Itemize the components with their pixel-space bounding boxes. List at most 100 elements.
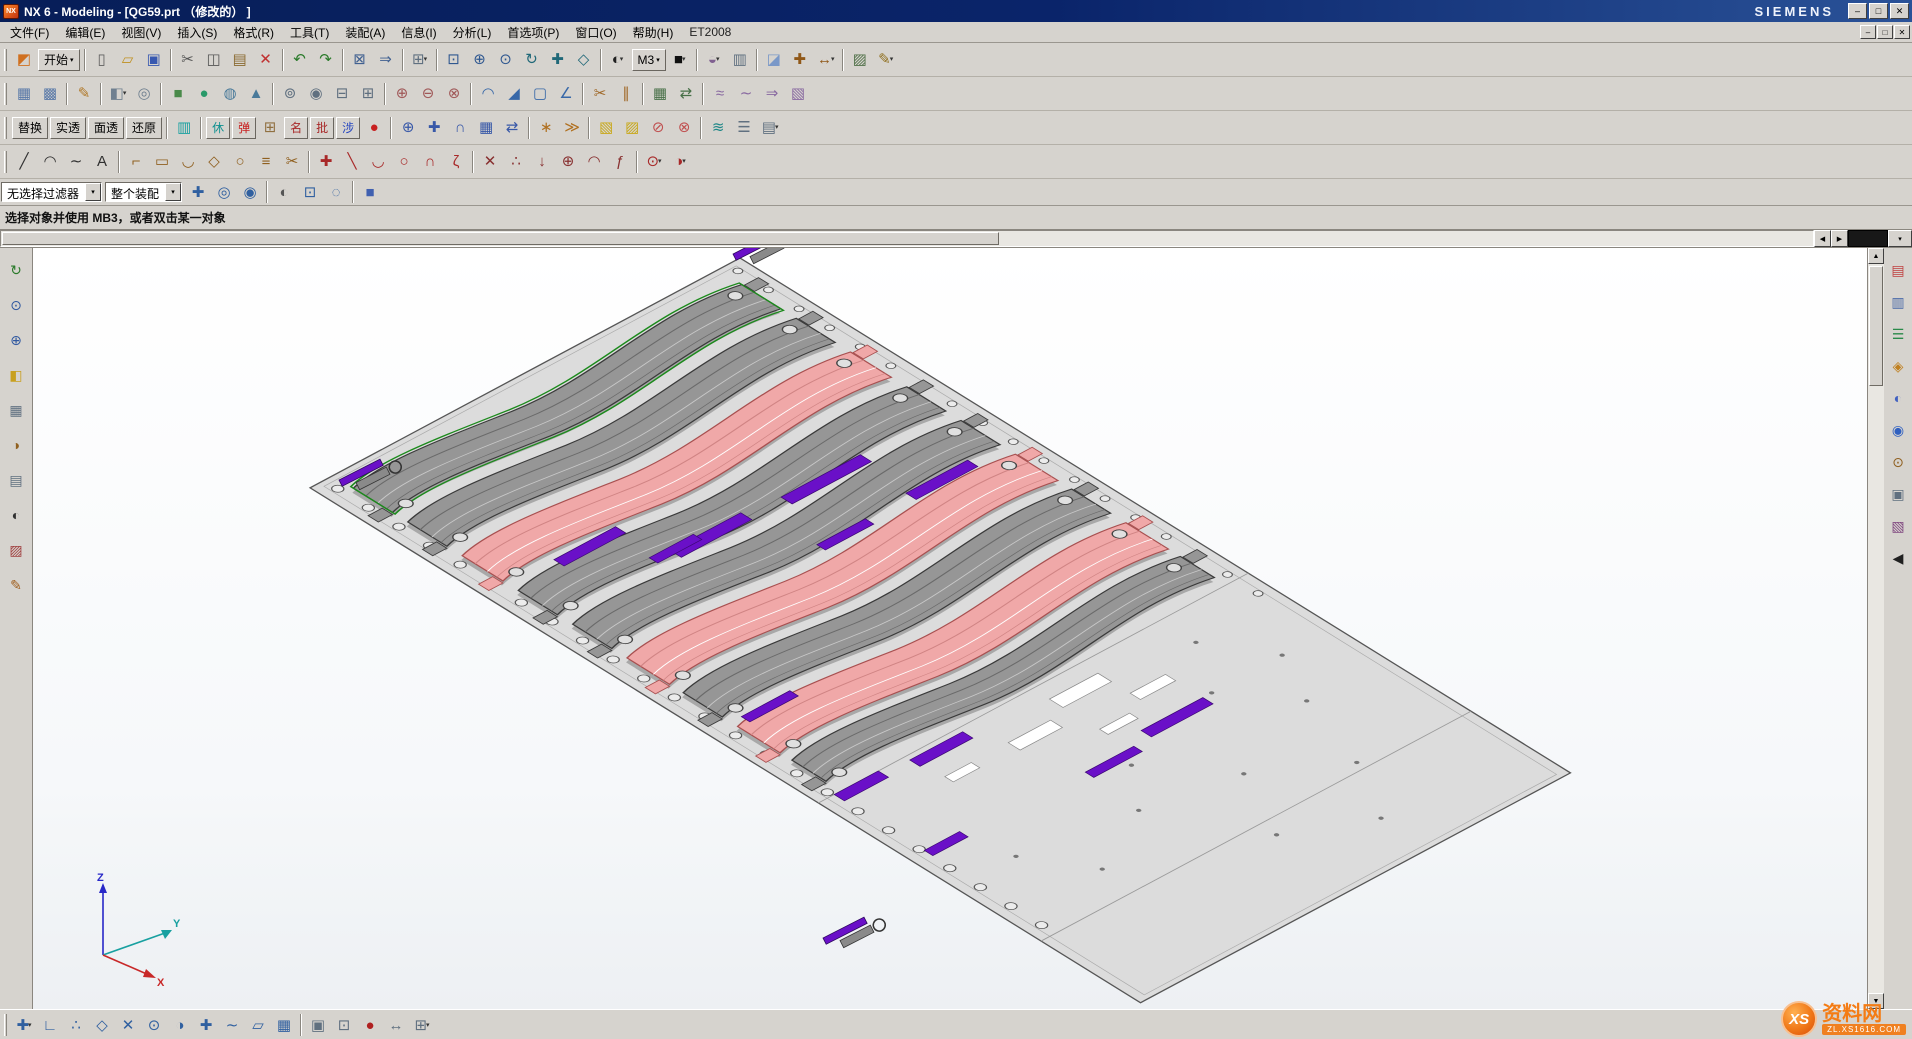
circle-method-icon-dropdown-arrow[interactable]: ▾ (658, 158, 662, 165)
vertical-scroll-thumb[interactable] (1869, 266, 1883, 386)
block-icon[interactable]: ■ (165, 81, 191, 107)
mdi-close-button[interactable]: ✕ (1894, 25, 1910, 39)
mid-point-icon[interactable]: ∴ (63, 1012, 89, 1038)
intersect-icon[interactable]: ⊗ (441, 81, 467, 107)
annotation-icon[interactable]: ✎▾ (873, 47, 899, 73)
menu-tools[interactable]: 工具(T) (282, 22, 337, 43)
zoom-in-out-icon[interactable]: ⊕ (467, 47, 493, 73)
menu-edit[interactable]: 编辑(E) (57, 22, 113, 43)
polygon-icon[interactable]: ◇ (201, 149, 227, 175)
measure-distance-icon[interactable]: ↔▾ (813, 47, 839, 73)
selection-filter-arrow-icon[interactable]: ▾ (85, 183, 101, 201)
clock-icon[interactable]: ◑ (4, 433, 28, 457)
combine-curve-icon[interactable]: ⊕ (555, 149, 581, 175)
ming-button[interactable]: 名 (284, 117, 308, 139)
save-icon[interactable]: ▣ (141, 47, 167, 73)
clamp-part[interactable] (823, 910, 887, 956)
face-paint-icon[interactable]: ▧ (593, 115, 619, 141)
maximize-button[interactable]: □ (1869, 3, 1888, 19)
bridge-curve-icon[interactable]: ◠ (581, 149, 607, 175)
through-curves-icon[interactable]: ∼ (733, 81, 759, 107)
selection-scope-dropdown[interactable]: 整个装配 ▾ (105, 182, 182, 202)
hd3d-tools-icon[interactable]: ◐ (1886, 386, 1910, 410)
pi-button[interactable]: 批 (310, 117, 334, 139)
thicken-icon[interactable]: ▧ (785, 81, 811, 107)
assembly-sequence-icon[interactable]: ≫ (559, 115, 585, 141)
arc-method-icon[interactable]: ◑▾ (667, 149, 693, 175)
existing-point-icon[interactable]: ✚ (193, 1012, 219, 1038)
mdi-minimize-button[interactable]: – (1860, 25, 1876, 39)
unite-icon[interactable]: ⊕ (389, 81, 415, 107)
grid-snap-icon[interactable]: ⊞ (257, 115, 283, 141)
shaded-style-icon-dropdown-arrow[interactable]: ▾ (620, 56, 624, 63)
attributes-icon[interactable]: ☰ (731, 115, 757, 141)
datum-plane-icon[interactable]: ◪ (761, 47, 787, 73)
ellipse-icon[interactable]: ○ (227, 149, 253, 175)
replace-button[interactable]: 替换 (12, 117, 48, 139)
mirror-assembly-icon[interactable]: ⇄ (499, 115, 525, 141)
sphere-icon[interactable]: ● (191, 81, 217, 107)
die-plate-group[interactable] (310, 258, 1570, 1003)
selection-filter-dropdown[interactable]: 无选择过滤器 ▾ (1, 182, 102, 202)
background-color-icon-dropdown-arrow[interactable]: ▾ (682, 56, 686, 63)
reuse-library-icon[interactable]: ◈ (1886, 354, 1910, 378)
refresh-view-icon[interactable]: ↻ (4, 258, 28, 282)
menu-analysis[interactable]: 分析(L) (445, 22, 500, 43)
menu-assemblies[interactable]: 装配(A) (337, 22, 393, 43)
box-select-icon[interactable]: ⊡ (297, 179, 323, 205)
she-button[interactable]: 涉 (336, 117, 360, 139)
edge-blend-icon[interactable]: ◠ (475, 81, 501, 107)
reports-icon[interactable]: ▤▾ (757, 115, 783, 141)
graphics-window[interactable]: Z Y X (33, 248, 1867, 1009)
scroll-up-button[interactable]: ▲ (1868, 248, 1884, 264)
rectangle-icon[interactable]: ▭ (149, 149, 175, 175)
reports-icon-dropdown-arrow[interactable]: ▾ (775, 124, 779, 131)
point-icon[interactable]: ✚ (313, 149, 339, 175)
extrude-icon[interactable]: ◧▾ (105, 81, 131, 107)
undo-icon[interactable]: ↶ (287, 47, 313, 73)
sketch-icon[interactable]: ✎ (71, 81, 97, 107)
paste-icon[interactable]: ▤ (227, 47, 253, 73)
scroll-right-button[interactable]: ▶ (1831, 230, 1848, 247)
redo-icon[interactable]: ↷ (313, 47, 339, 73)
move-component-icon[interactable]: ✚ (421, 115, 447, 141)
pattern-component-icon[interactable]: ▦ (473, 115, 499, 141)
menu-insert[interactable]: 插入(S) (169, 22, 225, 43)
rotate-view-icon[interactable]: ↻ (519, 47, 545, 73)
grid-toggle-icon-dropdown-arrow[interactable]: ▾ (426, 1022, 430, 1029)
conic-icon[interactable]: ∩ (417, 149, 443, 175)
draft-icon[interactable]: ∠ (553, 81, 579, 107)
arc2-icon[interactable]: ◡ (365, 149, 391, 175)
minimize-button[interactable]: – (1848, 3, 1867, 19)
perspective-icon[interactable]: ◇ (571, 47, 597, 73)
scroll-left-button[interactable]: ◀ (1814, 230, 1831, 247)
window-layout-icon[interactable]: ⊞▾ (407, 47, 433, 73)
pane-toggle-button[interactable]: ▾ (1888, 230, 1912, 247)
subtract-icon[interactable]: ⊖ (415, 81, 441, 107)
tan-button[interactable]: 弹 (232, 117, 256, 139)
menu-window[interactable]: 窗口(O) (567, 22, 624, 43)
add-component-icon[interactable]: ⊕ (395, 115, 421, 141)
pocket-icon[interactable]: ⊟ (329, 81, 355, 107)
wcs-cube-icon[interactable]: ■ (357, 179, 383, 205)
shell-icon[interactable]: ▢ (527, 81, 553, 107)
snapshot-rail-icon[interactable]: ▦ (4, 398, 28, 422)
snap-menu-icon-dropdown-arrow[interactable]: ▾ (28, 1022, 32, 1029)
grid-toggle-icon[interactable]: ⊞▾ (409, 1012, 435, 1038)
text-curve-icon[interactable]: A (89, 149, 115, 175)
cylinder-icon[interactable]: ◍ (217, 81, 243, 107)
zoom-rail-icon[interactable]: ⊕ (4, 328, 28, 352)
collapse-rail-icon[interactable]: ◀ (1886, 546, 1910, 570)
red-ball-icon[interactable]: ● (361, 115, 387, 141)
toolbar-grip[interactable] (4, 83, 7, 105)
toolbar-grip[interactable] (4, 151, 7, 173)
assembly-constraints-icon[interactable]: ∩ (447, 115, 473, 141)
split-body-icon[interactable]: ∥ (613, 81, 639, 107)
menu-information[interactable]: 信息(I) (393, 22, 444, 43)
offset-curve-icon[interactable]: ≡ (253, 149, 279, 175)
constraint-navigator-icon[interactable]: ▥ (1886, 290, 1910, 314)
point-on-surface-icon[interactable]: ▱ (245, 1012, 271, 1038)
vertical-scrollbar[interactable]: ▲ ▼ (1867, 248, 1884, 1009)
fillet-icon[interactable]: ◡ (175, 149, 201, 175)
delete-icon[interactable]: ✕ (253, 47, 279, 73)
